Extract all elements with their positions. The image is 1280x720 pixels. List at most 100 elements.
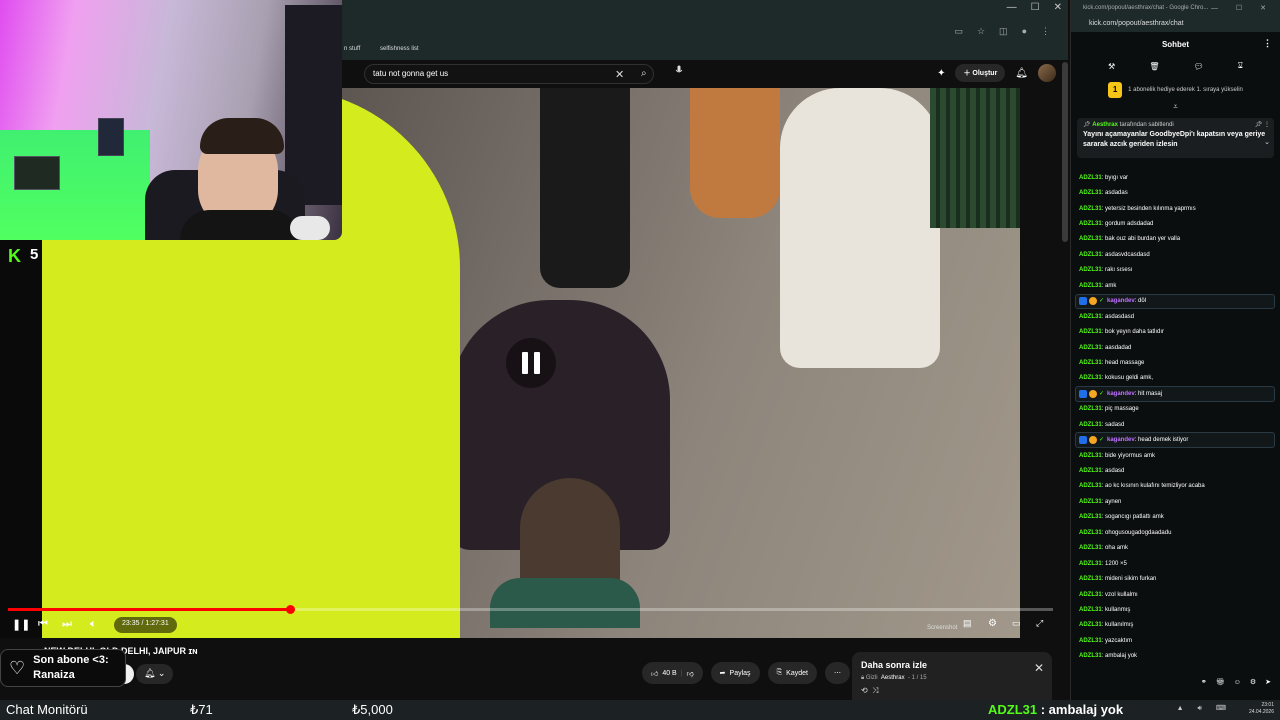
search-icon[interactable]: ⌕: [641, 68, 647, 79]
gift-text: 1 abonelik hediye ederek 1. sıraya yükse…: [1128, 87, 1243, 93]
bookmark-item[interactable]: selfishness list: [380, 46, 419, 52]
profile-icon[interactable]: ●: [1022, 26, 1027, 37]
gift-leaderboard[interactable]: 1 1 abonelik hediye ederek 1. sıraya yük…: [1071, 76, 1280, 104]
video-frame-fence: [930, 88, 1020, 228]
next-button[interactable]: ⏭︎: [62, 618, 72, 631]
chat-message-text: sadasd: [1105, 421, 1125, 428]
chat-username[interactable]: ADZL31: [1079, 406, 1102, 412]
more-actions-button[interactable]: ⋯: [824, 662, 850, 684]
like-count: 40 B: [662, 669, 677, 677]
chat-username[interactable]: ADZL31: [1079, 453, 1102, 459]
close-icon[interactable]: ✕: [1034, 661, 1044, 675]
lock-icon: 🔒︎: [861, 675, 865, 681]
chat-username[interactable]: ADZL31: [1079, 576, 1102, 582]
chat-message-text: bok yeyın daha tatlıdır: [1105, 329, 1165, 336]
chat-username[interactable]: ADZL31: [1079, 499, 1102, 505]
chat-username[interactable]: ADZL31: [1079, 345, 1102, 351]
minimize-button[interactable]: —: [1007, 2, 1017, 13]
bookmark-item[interactable]: n stuff: [344, 46, 360, 52]
notification-bell-button[interactable]: 🔔︎ ⌄: [136, 664, 174, 684]
chat-message: ADZL31: oha amk: [1071, 541, 1280, 556]
chat-username[interactable]: ADZL31: [1079, 483, 1102, 489]
maximize-button[interactable]: ☐: [1031, 2, 1040, 13]
create-button[interactable]: ＋ Oluştur: [955, 64, 1006, 82]
chat-username[interactable]: ADZL31: [1079, 267, 1102, 273]
chat-url-bar[interactable]: kick.com/popout/aesthrax/chat: [1071, 18, 1280, 32]
gift-icon[interactable]: 🎁︎: [1216, 678, 1225, 686]
fullscreen-icon[interactable]: ⤢: [1036, 618, 1043, 629]
chat-username[interactable]: ADZL31: [1079, 252, 1102, 258]
cast-icon[interactable]: ▭: [954, 26, 963, 37]
search-input[interactable]: tatu not gonna get us: [373, 69, 448, 78]
points-icon[interactable]: ⚭: [1201, 678, 1207, 686]
chat-window-controls[interactable]: — ☐ ✕: [1211, 4, 1274, 12]
last-chat-user: ADZL31: [988, 702, 1038, 717]
notifications-bell-icon[interactable]: 🔔︎: [1015, 68, 1028, 79]
hourglass-icon[interactable]: ⌛︎: [1238, 61, 1243, 71]
chat-username[interactable]: ADZL31: [1079, 236, 1102, 242]
like-button[interactable]: 👍︎ 40 B | 👎︎: [642, 662, 703, 684]
menu-icon[interactable]: ⋮: [1041, 26, 1050, 37]
chat-username[interactable]: ADZL31: [1079, 653, 1102, 659]
extensions-icon[interactable]: ◫: [999, 26, 1008, 37]
chat-username[interactable]: ADZL31: [1079, 314, 1102, 320]
close-window-button[interactable]: ✕: [1054, 2, 1062, 13]
chat-username[interactable]: ADZL31: [1079, 221, 1102, 227]
volume-icon[interactable]: 🔈︎: [90, 618, 97, 631]
chat-username[interactable]: ADZL31: [1079, 190, 1102, 196]
page-scrollbar[interactable]: [1062, 62, 1068, 242]
chat-username[interactable]: ADZL31: [1079, 530, 1102, 536]
unpin-icon[interactable]: 📌︎ ⋮: [1255, 121, 1270, 128]
chat-username[interactable]: ADZL31: [1079, 638, 1102, 644]
trash-icon[interactable]: 🗑︎: [1149, 62, 1159, 71]
chat-message: ADZL31: mideni sikim furkan: [1071, 571, 1280, 586]
avatar[interactable]: [1038, 64, 1056, 82]
chat-bubble-icon[interactable]: 💬︎: [1194, 62, 1204, 71]
chat-username[interactable]: ADZL31: [1079, 545, 1102, 551]
chat-username[interactable]: ADZL31: [1079, 422, 1102, 428]
subtitles-icon[interactable]: ▤: [963, 618, 972, 629]
center-pause-icon[interactable]: [506, 338, 556, 388]
chat-username[interactable]: ADZL31: [1079, 206, 1102, 212]
previous-button[interactable]: ⏮︎: [38, 618, 48, 631]
chat-username[interactable]: kagandev: [1107, 437, 1135, 443]
chat-username[interactable]: kagandev: [1107, 391, 1135, 397]
settings-gear-icon[interactable]: ⚙: [1250, 678, 1256, 686]
chat-username[interactable]: ADZL31: [1079, 561, 1102, 567]
share-button[interactable]: ➦ Paylaş: [710, 662, 760, 684]
chat-username[interactable]: ADZL31: [1079, 375, 1102, 381]
thumbs-down-icon[interactable]: 👎︎: [687, 669, 694, 678]
emote-icon[interactable]: ☺: [1234, 679, 1241, 686]
video-progress-bar[interactable]: [8, 605, 1053, 614]
sub-notification: ♡ Son abone <3: Ranaiza: [0, 649, 126, 687]
chat-username[interactable]: ADZL31: [1079, 468, 1102, 474]
collapse-icon[interactable]: ⩡: [1071, 103, 1280, 112]
chevron-down-icon[interactable]: ⌄: [1264, 138, 1270, 146]
chat-username[interactable]: kagandev: [1107, 298, 1135, 304]
hammer-icon[interactable]: ⚒: [1108, 62, 1115, 71]
chat-username[interactable]: ADZL31: [1079, 329, 1102, 335]
loop-icon[interactable]: ⟲: [861, 686, 868, 695]
clear-search-icon[interactable]: ✕: [615, 68, 624, 81]
save-button[interactable]: ⎘ Kaydet: [767, 662, 817, 684]
theater-mode-icon[interactable]: ▭: [1012, 618, 1021, 629]
moderator-badge-icon: [1079, 297, 1087, 306]
chat-username[interactable]: ADZL31: [1079, 607, 1102, 613]
chat-username[interactable]: ADZL31: [1079, 360, 1102, 366]
chat-username[interactable]: ADZL31: [1079, 514, 1102, 520]
chat-username[interactable]: ADZL31: [1079, 592, 1102, 598]
chat-username[interactable]: ADZL31: [1079, 622, 1102, 628]
more-icon[interactable]: ⋮: [1263, 38, 1272, 49]
upload-icon[interactable]: ✦: [937, 68, 945, 79]
pinned-by: 📌︎ Aesthrax tarafından sabitlendi: [1083, 122, 1174, 128]
microphone-icon[interactable]: [674, 65, 684, 75]
pause-button[interactable]: ❚❚: [12, 618, 30, 631]
chat-send-icon[interactable]: ➤: [1265, 678, 1271, 686]
chat-username[interactable]: ADZL31: [1079, 283, 1102, 289]
settings-gear-icon[interactable]: ⚙: [988, 618, 997, 629]
star-icon[interactable]: ☆: [977, 26, 985, 37]
chat-username[interactable]: ADZL31: [1079, 175, 1102, 181]
last-chat-text: : ambalaj yok: [1037, 702, 1124, 717]
shuffle-icon[interactable]: ⤨: [872, 686, 878, 695]
verified-badge-icon: ✓: [1099, 298, 1105, 305]
